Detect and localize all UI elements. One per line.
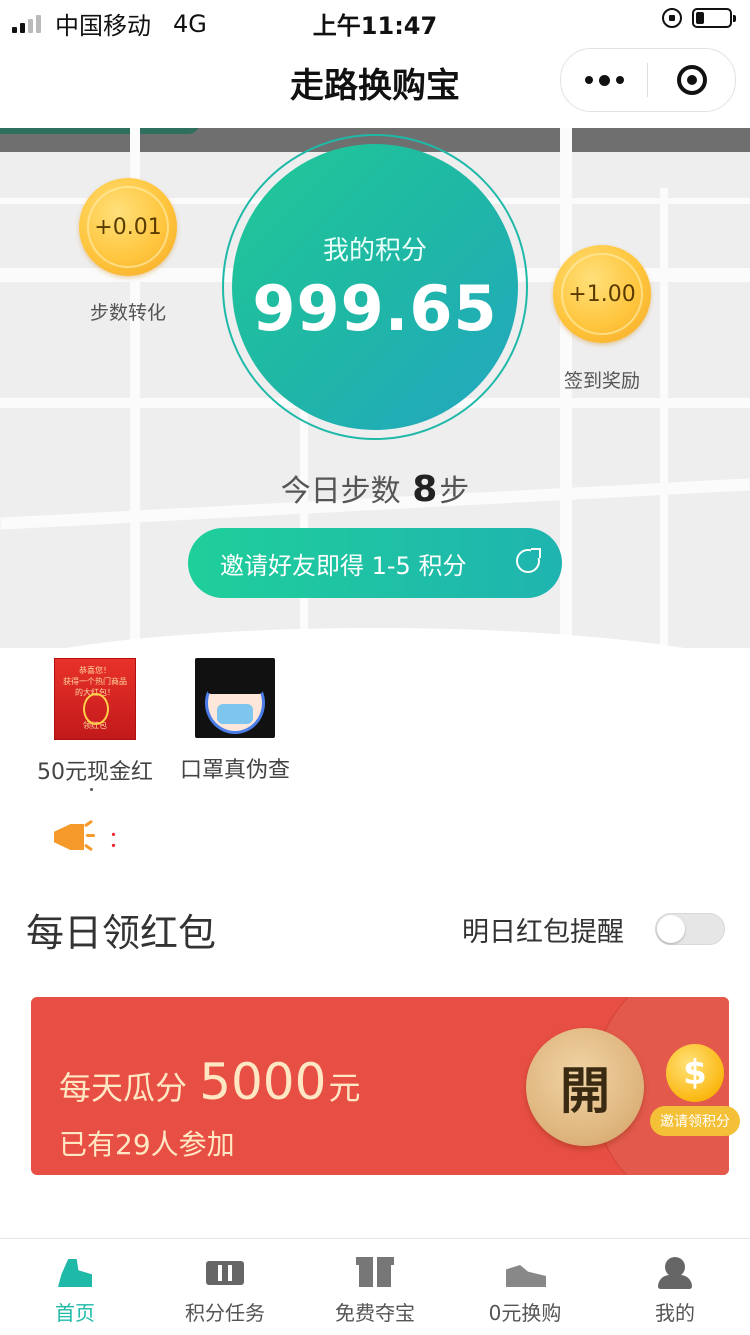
user-icon bbox=[656, 1255, 694, 1289]
steps-unit: 步 bbox=[439, 474, 470, 509]
daily-redpacket-title: 每日领红包 bbox=[26, 911, 217, 955]
shortcut-mask-verify[interactable]: 口罩真伪查 bbox=[165, 658, 305, 784]
shortcut-label: 50元现金红 bbox=[37, 760, 153, 785]
shortcut-label: 口罩真伪查 bbox=[179, 758, 290, 783]
tab-bar: 首页 积分任务 免费夺宝 0元换购 我的 bbox=[0, 1238, 750, 1335]
avatar-hair bbox=[207, 670, 263, 694]
status-time: 上午11:47 bbox=[312, 12, 438, 40]
shortcut-cash-redpacket[interactable]: 恭喜您！ 获得一个热门商品的大红包！ 领红包 50元现金红 bbox=[25, 658, 165, 786]
steps-count: 8 bbox=[412, 469, 438, 510]
target-icon bbox=[676, 65, 707, 95]
map-road bbox=[660, 188, 668, 648]
tab-points-tasks[interactable]: 积分任务 bbox=[150, 1239, 300, 1335]
remind-toggle[interactable] bbox=[655, 913, 725, 945]
battery-icon bbox=[692, 8, 736, 28]
tab-label: 积分任务 bbox=[185, 1301, 265, 1325]
megaphone-icon bbox=[50, 816, 96, 856]
coin-value: +1.00 bbox=[568, 281, 636, 307]
invite-friends-button[interactable]: 邀请好友即得 1-5 积分 bbox=[188, 528, 562, 598]
invite-points-tag[interactable]: 邀请领积分 bbox=[650, 1106, 740, 1136]
navbar: 走路换购宝 bbox=[0, 40, 750, 128]
tab-home[interactable]: 首页 bbox=[0, 1239, 150, 1335]
banner-headline: 每天瓜分 5000元 bbox=[59, 1053, 360, 1111]
red-packet-image: 恭喜您！ 获得一个热门商品的大红包！ 领红包 bbox=[54, 658, 136, 740]
points-value: 999.65 bbox=[252, 272, 498, 345]
banner-amount: 5000 bbox=[199, 1053, 327, 1111]
status-bar: 中国移动 4G 上午11:47 bbox=[0, 0, 750, 40]
sneaker-icon bbox=[506, 1255, 546, 1289]
toggle-knob bbox=[657, 915, 685, 943]
miniprogram-capsule bbox=[560, 48, 736, 112]
invite-label: 邀请好友即得 1-5 积分 bbox=[220, 551, 467, 580]
dollar-coin-icon[interactable]: $ bbox=[666, 1044, 724, 1102]
coin-value: +0.01 bbox=[94, 214, 162, 240]
banner-unit: 元 bbox=[328, 1069, 361, 1107]
gift-icon bbox=[356, 1255, 394, 1289]
tab-label: 免费夺宝 bbox=[335, 1301, 415, 1325]
mask-avatar-image bbox=[195, 658, 275, 738]
red-packet-seal bbox=[83, 693, 109, 725]
points-label: 我的积分 bbox=[322, 236, 427, 266]
status-right bbox=[662, 8, 736, 28]
steps-prefix: 今日步数 bbox=[280, 474, 401, 509]
rotation-lock-icon bbox=[662, 8, 682, 28]
tab-zero-exchange[interactable]: 0元换购 bbox=[450, 1239, 600, 1335]
today-steps: 今日步数 8步 bbox=[0, 466, 750, 510]
tab-label: 0元换购 bbox=[488, 1301, 562, 1325]
avatar-mask bbox=[217, 704, 253, 724]
tab-free-treasure[interactable]: 免费夺宝 bbox=[300, 1239, 450, 1335]
ticket-icon bbox=[206, 1255, 244, 1289]
more-menu-icon[interactable] bbox=[561, 74, 647, 86]
banner-participants: 已有29人参加 bbox=[59, 1128, 235, 1161]
share-icon bbox=[516, 548, 541, 573]
tab-label: 首页 bbox=[55, 1301, 95, 1325]
open-redpacket-button[interactable]: 開 bbox=[526, 1028, 644, 1146]
checkin-reward-coin[interactable]: +1.00 bbox=[553, 245, 651, 343]
shoe-icon bbox=[56, 1255, 94, 1289]
close-miniprogram-button[interactable] bbox=[648, 65, 735, 95]
page-indicator-dot bbox=[90, 788, 93, 791]
announcement-text: ： bbox=[108, 828, 131, 853]
step-conversion-coin[interactable]: +0.01 bbox=[79, 178, 177, 276]
tab-label: 我的 bbox=[655, 1301, 695, 1325]
map-bottom-curve bbox=[0, 628, 750, 648]
remind-label: 明日红包提醒 bbox=[462, 917, 624, 948]
banner-prefix: 每天瓜分 bbox=[59, 1069, 188, 1107]
step-conversion-label: 步数转化 bbox=[89, 302, 166, 324]
checkin-reward-label: 签到奖励 bbox=[563, 370, 640, 392]
tab-mine[interactable]: 我的 bbox=[600, 1239, 750, 1335]
